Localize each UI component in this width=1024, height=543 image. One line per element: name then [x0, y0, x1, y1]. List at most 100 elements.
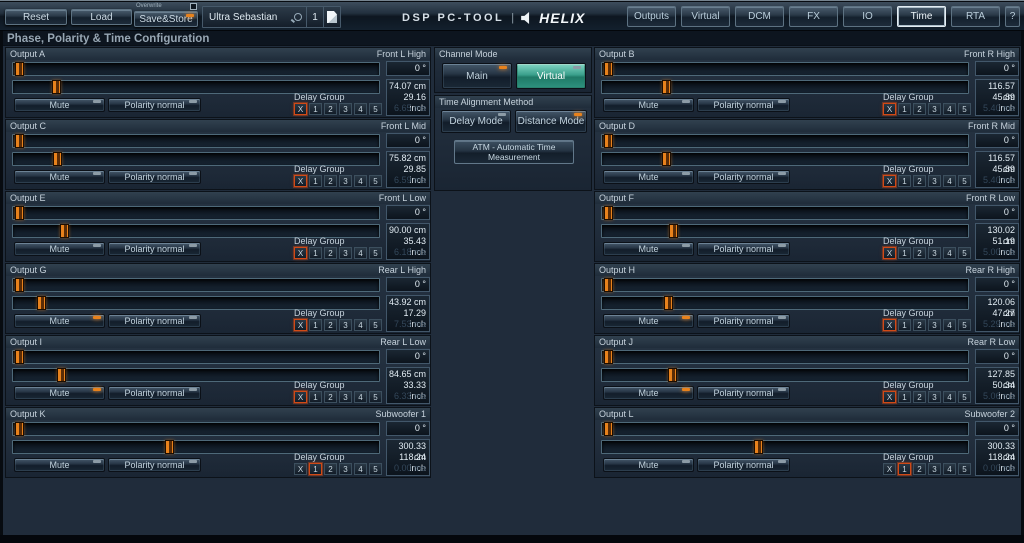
delay-group-button-x[interactable]: X	[294, 463, 307, 475]
delay-group-button-1[interactable]: 1	[898, 175, 911, 187]
distance-inch-value[interactable]: 45.89 inch	[976, 92, 1015, 103]
distance-cm-value[interactable]: 300.33 cm	[387, 441, 426, 452]
delay-group-button-2[interactable]: 2	[913, 391, 926, 403]
delay-group-button-x[interactable]: X	[294, 103, 307, 115]
polarity-button[interactable]: Polarity normal	[697, 98, 790, 112]
delay-group-button-5[interactable]: 5	[369, 247, 382, 259]
delay-group-button-2[interactable]: 2	[913, 463, 926, 475]
nav-tab-virtual[interactable]: Virtual	[681, 6, 730, 27]
mute-button[interactable]: Mute	[603, 458, 694, 472]
phase-slider-handle[interactable]	[604, 278, 613, 292]
phase-slider-handle[interactable]	[15, 206, 24, 220]
mute-button[interactable]: Mute	[603, 98, 694, 112]
distance-cm-value[interactable]: 120.06 cm	[976, 297, 1015, 308]
distance-inch-value[interactable]: 51.19 inch	[976, 236, 1015, 247]
distance-inch-value[interactable]: 35.43 inch	[387, 236, 426, 247]
delay-group-button-3[interactable]: 3	[928, 391, 941, 403]
distance-cm-value[interactable]: 90.00 cm	[387, 225, 426, 236]
nav-tab-help[interactable]: ?	[1005, 6, 1020, 27]
delay-group-button-2[interactable]: 2	[324, 103, 337, 115]
delay-group-button-3[interactable]: 3	[339, 391, 352, 403]
delay-group-button-x[interactable]: X	[883, 247, 896, 259]
delay-group-button-3[interactable]: 3	[339, 319, 352, 331]
distance-slider-handle[interactable]	[52, 80, 61, 94]
phase-value[interactable]: 0 °	[386, 61, 430, 76]
distance-slider-handle[interactable]	[669, 224, 678, 238]
mute-button[interactable]: Mute	[14, 314, 105, 328]
polarity-button[interactable]: Polarity normal	[697, 242, 790, 256]
delay-group-button-4[interactable]: 4	[943, 463, 956, 475]
phase-value[interactable]: 0 °	[975, 277, 1019, 292]
distance-mode-button[interactable]: Distance Mode	[515, 110, 587, 133]
phase-slider[interactable]	[601, 278, 969, 292]
delay-group-button-2[interactable]: 2	[324, 463, 337, 475]
delay-group-button-2[interactable]: 2	[324, 319, 337, 331]
phase-value[interactable]: 0 °	[386, 277, 430, 292]
save-store-button[interactable]: Save&Store	[134, 11, 198, 27]
delay-group-button-4[interactable]: 4	[354, 247, 367, 259]
delay-group-button-1[interactable]: 1	[309, 319, 322, 331]
distance-cm-value[interactable]: 130.02 cm	[976, 225, 1015, 236]
delay-group-button-2[interactable]: 2	[324, 247, 337, 259]
phase-value[interactable]: 0 °	[975, 421, 1019, 436]
mute-button[interactable]: Mute	[603, 170, 694, 184]
distance-cm-value[interactable]: 74.07 cm	[387, 81, 426, 92]
distance-cm-value[interactable]: 43.92 cm	[387, 297, 426, 308]
nav-tab-outputs[interactable]: Outputs	[627, 6, 676, 27]
distance-cm-value[interactable]: 127.85 cm	[976, 369, 1015, 380]
delay-group-button-4[interactable]: 4	[354, 463, 367, 475]
delay-group-button-4[interactable]: 4	[943, 103, 956, 115]
delay-group-button-2[interactable]: 2	[913, 247, 926, 259]
distance-cm-value[interactable]: 84.65 cm	[387, 369, 426, 380]
nav-tab-io[interactable]: IO	[843, 6, 892, 27]
phase-slider-handle[interactable]	[15, 62, 24, 76]
delay-group-button-x[interactable]: X	[883, 175, 896, 187]
distance-inch-value[interactable]: 118.24 inch	[387, 452, 426, 463]
phase-slider-handle[interactable]	[15, 350, 24, 364]
delay-group-button-3[interactable]: 3	[928, 175, 941, 187]
mute-button[interactable]: Mute	[603, 386, 694, 400]
distance-inch-value[interactable]: 33.33 inch	[387, 380, 426, 391]
phase-slider-handle[interactable]	[15, 278, 24, 292]
delay-group-button-2[interactable]: 2	[913, 175, 926, 187]
delay-group-button-4[interactable]: 4	[943, 319, 956, 331]
phase-value[interactable]: 0 °	[386, 349, 430, 364]
phase-slider[interactable]	[601, 350, 969, 364]
delay-group-button-5[interactable]: 5	[958, 103, 971, 115]
mute-button[interactable]: Mute	[14, 242, 105, 256]
phase-value[interactable]: 0 °	[975, 61, 1019, 76]
distance-cm-value[interactable]: 300.33 cm	[976, 441, 1015, 452]
phase-value[interactable]: 0 °	[975, 133, 1019, 148]
delay-group-button-x[interactable]: X	[883, 103, 896, 115]
atm-button[interactable]: ATM - Automatic Time Measurement	[454, 140, 574, 164]
delay-group-button-x[interactable]: X	[883, 463, 896, 475]
main-mode-button[interactable]: Main	[442, 63, 512, 89]
delay-group-button-1[interactable]: 1	[309, 103, 322, 115]
distance-slider-handle[interactable]	[668, 368, 677, 382]
delay-group-button-5[interactable]: 5	[958, 175, 971, 187]
delay-group-button-5[interactable]: 5	[958, 391, 971, 403]
polarity-button[interactable]: Polarity normal	[108, 242, 201, 256]
nav-tab-time[interactable]: Time	[897, 6, 946, 27]
profile-field[interactable]: Ultra Sebastian 1	[202, 6, 341, 28]
distance-cm-value[interactable]: 75.82 cm	[387, 153, 426, 164]
delay-mode-button[interactable]: Delay Mode	[441, 110, 511, 133]
delay-group-button-x[interactable]: X	[883, 391, 896, 403]
delay-group-button-1[interactable]: 1	[309, 463, 322, 475]
distance-slider-handle[interactable]	[57, 368, 66, 382]
phase-slider-handle[interactable]	[604, 350, 613, 364]
mute-button[interactable]: Mute	[14, 386, 105, 400]
phase-slider-handle[interactable]	[604, 206, 613, 220]
search-icon[interactable]	[294, 13, 302, 21]
delay-group-button-x[interactable]: X	[294, 319, 307, 331]
delay-group-button-3[interactable]: 3	[339, 103, 352, 115]
delay-group-button-4[interactable]: 4	[943, 175, 956, 187]
phase-slider[interactable]	[12, 350, 380, 364]
distance-inch-value[interactable]: 29.85 inch	[387, 164, 426, 175]
mute-button[interactable]: Mute	[603, 242, 694, 256]
phase-slider[interactable]	[601, 62, 969, 76]
phase-slider[interactable]	[601, 422, 969, 436]
distance-slider-handle[interactable]	[53, 152, 62, 166]
delay-group-button-5[interactable]: 5	[369, 319, 382, 331]
delay-group-button-3[interactable]: 3	[339, 175, 352, 187]
